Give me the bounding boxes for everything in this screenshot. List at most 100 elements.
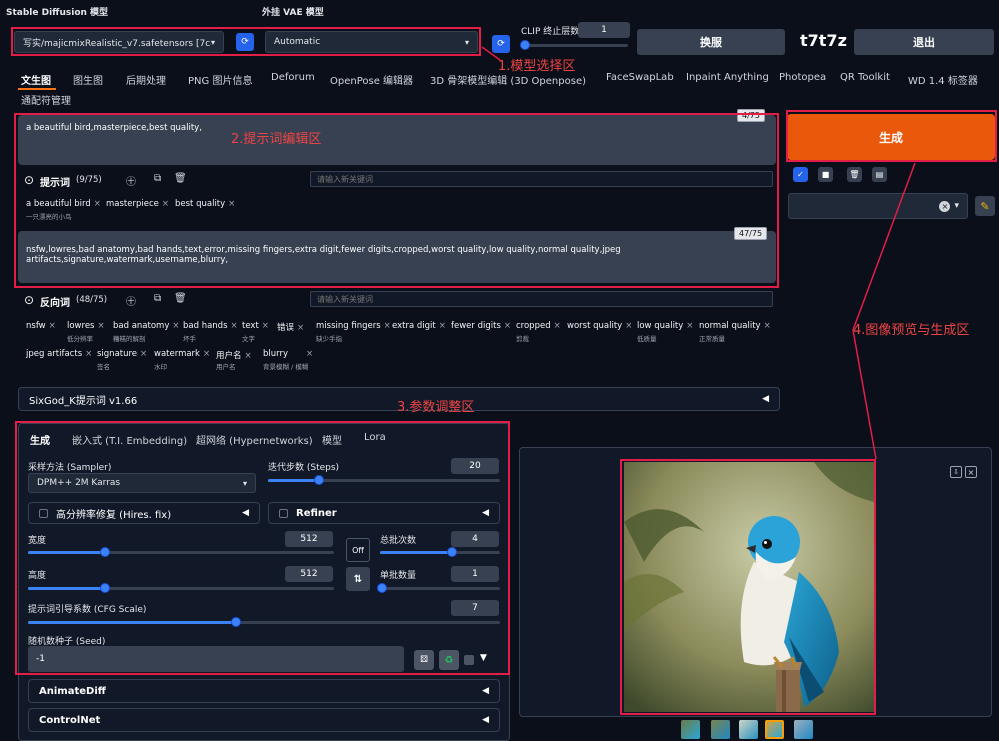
clip-slider-knob[interactable]	[520, 40, 530, 50]
remove-icon[interactable]: ×	[228, 199, 235, 209]
negative-chip[interactable]: 错误 ×	[277, 321, 304, 333]
logout-button[interactable]: 退出	[854, 29, 994, 55]
remove-icon[interactable]: ×	[306, 349, 313, 359]
clear-icon[interactable]: ×	[939, 200, 951, 212]
param-tab-model[interactable]: 模型	[322, 432, 342, 447]
param-tab-embedding[interactable]: 嵌入式 (T.I. Embedding)	[72, 432, 187, 447]
translate-icon[interactable]: ㊉	[126, 173, 136, 188]
batch-size-slider[interactable]	[377, 583, 500, 593]
negative-chip[interactable]: bad hands ×	[183, 321, 238, 331]
remove-icon[interactable]: ×	[686, 321, 693, 331]
remove-icon[interactable]: ×	[172, 321, 179, 331]
recycle-icon[interactable]: ♻	[439, 650, 459, 670]
param-tab-generate[interactable]: 生成	[30, 432, 50, 447]
off-button[interactable]: Off	[346, 538, 370, 562]
negative-chip[interactable]: bad anatomy ×	[113, 321, 179, 331]
steps-input[interactable]: 20	[451, 458, 499, 474]
negative-chip[interactable]: signature ×	[97, 349, 147, 359]
chevron-down-icon[interactable]: ▼	[480, 653, 487, 663]
tab-png-info[interactable]: PNG 图片信息	[188, 72, 252, 87]
remove-icon[interactable]: ×	[231, 321, 238, 331]
extra-seed-checkbox[interactable]	[464, 655, 474, 665]
param-tab-hypernetworks[interactable]: 超网络 (Hypernetworks)	[196, 432, 313, 447]
animatediff-accordion[interactable]: AnimateDiff ◀	[28, 679, 500, 703]
height-input[interactable]: 512	[285, 566, 333, 582]
stop-icon[interactable]: ■	[818, 167, 833, 182]
negative-chip[interactable]: jpeg artifacts ×	[26, 349, 92, 359]
batch-count-slider-knob[interactable]	[447, 547, 457, 557]
negative-prompt-textarea[interactable]: nsfw,lowres,bad anatomy,bad hands,text,e…	[18, 231, 776, 283]
remove-icon[interactable]: ×	[245, 351, 252, 361]
negative-chip[interactable]: normal quality ×	[699, 321, 771, 331]
vae-dropdown[interactable]: Automatic ▾	[265, 31, 478, 53]
tab-deforum[interactable]: Deforum	[271, 72, 315, 83]
remove-icon[interactable]: ×	[297, 323, 304, 333]
swap-dimensions-icon[interactable]: ⇅	[346, 567, 370, 591]
tab-inpaint-anything[interactable]: Inpaint Anything	[686, 72, 769, 83]
thumbnail[interactable]	[739, 720, 758, 739]
thumbnail-selected[interactable]	[765, 720, 784, 739]
hires-fix-accordion[interactable]: 高分辨率修复 (Hires. fix) ◀	[28, 502, 260, 524]
trash-icon[interactable]: 🗑	[174, 173, 187, 184]
remove-icon[interactable]: ×	[94, 199, 101, 209]
prompt-chip[interactable]: a beautiful bird ×	[26, 199, 101, 209]
sampler-dropdown[interactable]: DPM++ 2M Karras ▾	[28, 473, 256, 493]
pencil-icon[interactable]: ✎	[975, 196, 995, 216]
width-slider[interactable]	[28, 547, 334, 557]
cfg-input[interactable]: 7	[451, 600, 499, 616]
remove-icon[interactable]: ×	[439, 321, 446, 331]
remove-icon[interactable]: ×	[162, 199, 169, 209]
thumbnail[interactable]	[711, 720, 730, 739]
tab-img2img[interactable]: 图生图	[73, 72, 103, 87]
tab-openpose-editor[interactable]: OpenPose 编辑器	[330, 72, 413, 87]
negative-chip[interactable]: missing fingers ×	[316, 321, 391, 331]
height-slider[interactable]	[28, 583, 334, 593]
thumbnail[interactable]	[681, 720, 700, 739]
width-slider-knob[interactable]	[99, 547, 110, 557]
download-icon[interactable]: ⇩	[950, 466, 962, 478]
trash-icon[interactable]: 🗑	[847, 167, 862, 182]
tab-wildcards[interactable]: 通配符管理	[21, 92, 71, 107]
clip-input[interactable]: 1	[578, 22, 630, 38]
tab-qr-toolkit[interactable]: QR Toolkit	[840, 72, 890, 83]
remove-icon[interactable]: ×	[554, 321, 561, 331]
negative-chip[interactable]: fewer digits ×	[451, 321, 511, 331]
clip-slider[interactable]	[520, 40, 628, 50]
remove-icon[interactable]: ×	[764, 321, 771, 331]
remove-icon[interactable]: ×	[384, 321, 391, 331]
tab-3d-openpose[interactable]: 3D 骨架模型编辑 (3D Openpose)	[430, 72, 586, 87]
refiner-checkbox[interactable]	[279, 508, 288, 518]
tab-photopea[interactable]: Photopea	[779, 72, 826, 83]
negative-chip[interactable]: blurry ×	[263, 349, 313, 359]
prompt-textarea[interactable]: a beautiful bird,masterpiece,best qualit…	[18, 115, 776, 165]
dice-icon[interactable]: ⚄	[414, 650, 434, 670]
batch-count-slider[interactable]	[380, 547, 500, 557]
negative-chip[interactable]: 用户名 ×	[216, 349, 252, 361]
height-slider-knob[interactable]	[99, 583, 110, 593]
controlnet-accordion[interactable]: ControlNet ◀	[28, 708, 500, 732]
prompt-chip[interactable]: masterpiece ×	[106, 199, 169, 209]
tab-extras[interactable]: 后期处理	[126, 72, 166, 87]
param-tab-lora[interactable]: Lora	[364, 432, 386, 443]
close-icon[interactable]: ×	[965, 466, 977, 478]
width-input[interactable]: 512	[285, 531, 333, 547]
negative-chip[interactable]: extra digit ×	[392, 321, 446, 331]
seed-input[interactable]: -1	[28, 646, 404, 672]
negative-new-keyword-input[interactable]	[310, 291, 773, 307]
remove-icon[interactable]: ×	[262, 321, 269, 331]
tab-faceswaplab[interactable]: FaceSwapLab	[606, 72, 674, 83]
collapse-icon[interactable]: ⊙	[24, 293, 34, 307]
batch-count-input[interactable]: 4	[451, 531, 499, 547]
checkbox-icon[interactable]: ✓	[793, 167, 808, 182]
hires-checkbox[interactable]	[39, 508, 48, 518]
tab-wd14-tagger[interactable]: WD 1.4 标签器	[908, 72, 978, 87]
styles-dropdown[interactable]: × ▾	[788, 193, 968, 219]
batch-size-input[interactable]: 1	[451, 566, 499, 582]
copy-icon[interactable]: ⧉	[154, 293, 161, 304]
copy-icon[interactable]: ⧉	[154, 173, 161, 184]
negative-chip[interactable]: lowres ×	[67, 321, 105, 331]
negative-chip[interactable]: nsfw ×	[26, 321, 56, 331]
swap-button[interactable]: 换服	[637, 29, 785, 55]
negative-chip[interactable]: worst quality ×	[567, 321, 632, 331]
remove-icon[interactable]: ×	[49, 321, 56, 331]
